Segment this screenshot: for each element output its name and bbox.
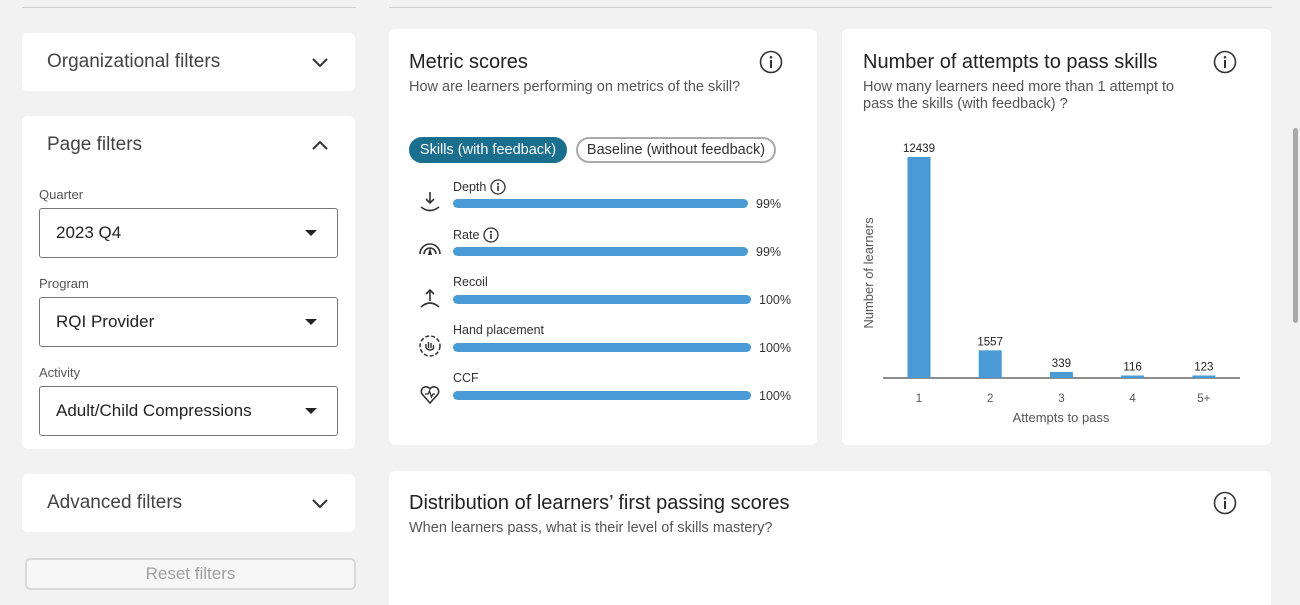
program-value: RQI Provider [56,312,155,331]
quarter-select[interactable]: 2023 Q4 [39,208,338,258]
metric-value: 100% [759,389,791,403]
metric-bar-fill [453,391,751,400]
advanced-filters-accordion[interactable]: Advanced filters [22,474,355,532]
scrollbar-thumb[interactable] [1293,128,1298,323]
page-scrollbar[interactable] [1290,0,1300,605]
attempts-card: Number of attempts to pass skills How ma… [842,29,1271,445]
info-icon[interactable] [759,50,783,74]
bar-value-label: 116 [1123,362,1141,374]
y-axis-title: Number of learners [861,217,876,329]
metric-bar-fill [453,247,748,256]
baseline-without-feedback-toggle[interactable]: Baseline (without feedback) [576,137,776,163]
rate-icon [417,237,443,263]
program-select[interactable]: RQI Provider [39,297,338,347]
activity-select[interactable]: Adult/Child Compressions [39,386,338,436]
dropdown-caret-icon [305,230,317,236]
chart-bar [1192,375,1216,378]
metric-value: 99% [756,197,782,211]
bar-value-label: 1557 [977,336,1003,348]
bar-value-label: 123 [1194,362,1213,374]
metric-label-text: CCF [453,371,479,385]
metric-label: Depth [453,179,507,195]
metric-value: 99% [756,245,782,259]
metric-bar-track [453,247,748,256]
metric-bar-track [453,343,751,352]
distribution-card: Distribution of learners’ first passing … [389,471,1271,605]
chevron-up-icon[interactable] [310,135,330,155]
metric-row: Recoil 100% [389,275,817,323]
x-tick-label: 4 [1129,393,1136,405]
metric-row: Hand placement 100% [389,323,817,371]
info-icon[interactable] [1213,491,1237,515]
x-axis-title: Attempts to pass [1013,410,1110,425]
chart-bar [1049,371,1073,378]
metric-value: 100% [759,341,791,355]
activity-label: Activity [39,365,81,380]
divider [389,7,1272,8]
metric-label-text: Hand placement [453,323,545,337]
metric-label-text: Recoil [453,275,488,289]
bar-value-label: 12439 [903,143,935,155]
chart-bar [978,350,1002,378]
metric-label: CCF [453,371,479,385]
organizational-filters-accordion[interactable]: Organizational filters [22,33,355,91]
chevron-down-icon[interactable] [310,493,330,513]
metric-label-text: Depth [453,180,487,194]
ccf-heart-icon [417,381,443,407]
skills-with-feedback-toggle[interactable]: Skills (with feedback) [409,137,567,163]
x-tick-label: 5+ [1197,393,1210,405]
metric-value: 100% [759,293,791,307]
metric-scores-subtitle: How are learners performing on metrics o… [409,79,741,95]
page-filters-header[interactable]: Page filters [22,116,355,174]
distribution-title: Distribution of learners’ first passing … [409,492,790,514]
recoil-icon [417,285,443,311]
x-tick-label: 1 [916,393,922,405]
chart-bar [907,157,931,378]
info-icon[interactable] [483,227,500,243]
divider [22,7,356,8]
metric-scores-title: Metric scores [409,51,528,73]
page-filters-panel: Page filters Quarter 2023 Q4 Program RQI… [22,116,355,449]
reset-filters-button[interactable]: Reset filters [25,558,356,590]
chart-bar [1121,375,1145,378]
metric-bar-fill [453,295,751,304]
metric-bar-fill [453,199,748,208]
x-tick-label: 3 [1058,393,1064,405]
organizational-filters-label: Organizational filters [47,51,221,72]
quarter-value: 2023 Q4 [56,223,122,242]
activity-value: Adult/Child Compressions [56,401,252,420]
x-tick-label: 2 [987,393,993,405]
metric-bar-track [453,391,751,400]
metric-bar-fill [453,343,751,352]
metric-label: Hand placement [453,323,544,337]
dropdown-caret-icon [305,408,317,414]
metric-bar-track [453,199,748,208]
metric-row: Rate 99% [389,227,817,275]
hand-placement-icon [417,333,443,359]
metric-label: Recoil [453,275,488,289]
metric-bar-track [453,295,751,304]
metric-label-text: Rate [453,228,480,242]
depth-icon [417,189,443,215]
distribution-subtitle: When learners pass, what is their level … [409,520,773,536]
quarter-label: Quarter [39,187,84,202]
bar-value-label: 339 [1052,358,1071,370]
dropdown-caret-icon [305,319,317,325]
metric-row: Depth 99% [389,179,817,227]
attempts-bar-chart: 12439 1 1557 2 339 3 116 4 123 5+ Attempts to pass… [861,143,1240,425]
chevron-down-icon[interactable] [310,52,330,72]
info-icon[interactable] [490,179,507,195]
page-filters-label: Page filters [47,134,143,155]
metric-label: Rate [453,227,500,243]
program-label: Program [39,276,89,291]
metric-scores-card: Metric scores How are learners performin… [389,29,817,445]
advanced-filters-label: Advanced filters [47,492,183,513]
metric-row: CCF 100% [389,371,817,419]
